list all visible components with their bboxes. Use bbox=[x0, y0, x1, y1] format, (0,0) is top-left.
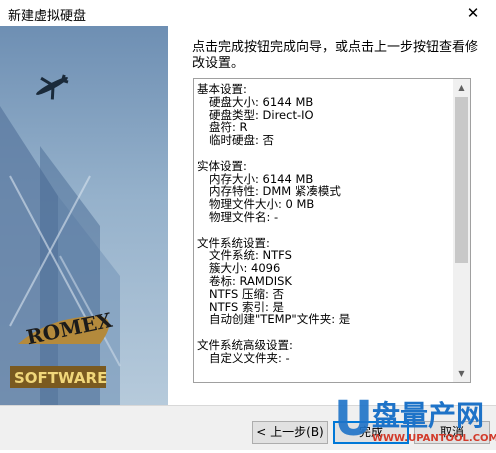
summary-line: 卷标: RAMDISK bbox=[209, 273, 292, 288]
summary-line: 基本设置: bbox=[197, 82, 247, 96]
watermark-letter: U bbox=[334, 391, 373, 447]
summary-line: NTFS 压缩: 否 bbox=[209, 286, 285, 301]
settings-summary-text: 基本设置: 硬盘大小: 6144 MB 硬盘类型: Direct-IO 盘符: R 临时… bbox=[197, 83, 452, 365]
summary-line: 物理文件名: - bbox=[209, 209, 279, 224]
instruction-text: 点击完成按钮完成向导，或点击上一步按钮查看修改设置。 bbox=[192, 40, 479, 71]
watermark: U 盘量产网 WWW.UPANTOOL.COM bbox=[332, 389, 496, 450]
scroll-down-icon[interactable]: ▼ bbox=[453, 365, 470, 382]
vertical-scrollbar[interactable]: ▲ ▼ bbox=[453, 79, 470, 382]
title-bar: 新建虚拟硬盘 ✕ bbox=[0, 0, 496, 26]
window-title: 新建虚拟硬盘 bbox=[8, 9, 87, 24]
scroll-up-icon[interactable]: ▲ bbox=[453, 79, 470, 96]
summary-line bbox=[197, 147, 452, 160]
wizard-banner: ROMEX SOFTWARE bbox=[0, 26, 168, 405]
summary-line: 自定义文件夹: - bbox=[209, 350, 290, 365]
summary-line bbox=[197, 224, 452, 237]
watermark-logo: U 盘量产网 WWW.UPANTOOL.COM bbox=[334, 391, 496, 447]
summary-line: 实体设置: bbox=[197, 158, 247, 173]
summary-line: 临时硬盘: 否 bbox=[209, 133, 275, 148]
svg-text:SOFTWARE: SOFTWARE bbox=[14, 369, 107, 387]
summary-line: 自动创建"TEMP"文件夹: 是 bbox=[209, 312, 351, 327]
settings-summary-box[interactable]: 基本设置: 硬盘大小: 6144 MB 硬盘类型: Direct-IO 盘符: R 临时… bbox=[193, 78, 471, 383]
summary-line: 硬盘大小: 6144 MB bbox=[209, 94, 314, 109]
watermark-text: 盘量产网 bbox=[372, 399, 484, 432]
watermark-url: WWW.UPANTOOL.COM bbox=[372, 433, 496, 444]
summary-line: 文件系统高级设置: bbox=[197, 337, 293, 352]
banner-illustration: ROMEX SOFTWARE bbox=[0, 74, 121, 405]
back-button[interactable]: < 上一步(B) bbox=[252, 421, 328, 444]
airplane-icon bbox=[36, 74, 69, 100]
scrollbar-thumb[interactable] bbox=[455, 97, 468, 263]
wizard-main-panel: 点击完成按钮完成向导，或点击上一步按钮查看修改设置。 基本设置: 硬盘大小: 61… bbox=[168, 26, 496, 405]
close-icon[interactable]: ✕ bbox=[450, 0, 496, 26]
